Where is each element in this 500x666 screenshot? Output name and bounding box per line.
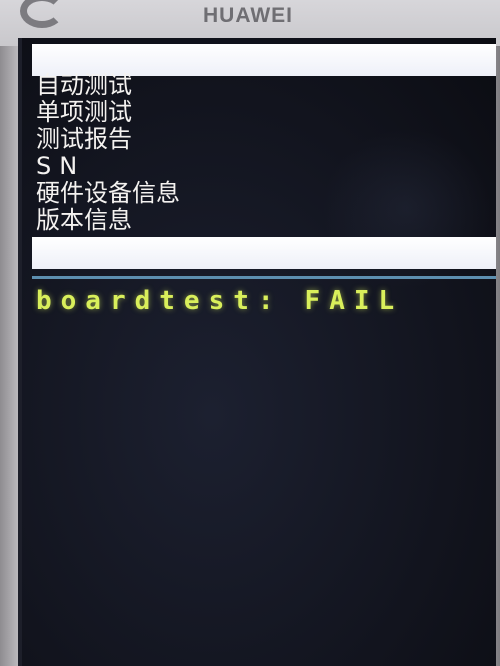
menu-item-test-report[interactable]: 测试报告: [36, 126, 180, 153]
phone-screen: 自动测试 单项测试 测试报告 SN 硬件设备信息 版本信息 boardtest:…: [18, 38, 496, 666]
menu-item-auto-test[interactable]: 自动测试: [36, 72, 180, 99]
carrier-logo-icon: [20, 0, 64, 28]
menu-item-hardware-info[interactable]: 硬件设备信息: [36, 180, 180, 207]
result-label: boardtest:: [36, 286, 283, 316]
result-status: FAIL: [304, 286, 404, 316]
test-result: boardtest: FAIL: [36, 286, 403, 316]
menu-item-sn[interactable]: SN: [36, 153, 180, 180]
divider-line: [32, 276, 496, 279]
menu-item-version-info[interactable]: 版本信息: [36, 207, 180, 234]
menu-item-single-test[interactable]: 单项测试: [36, 99, 180, 126]
brand-logo: HUAWEI: [203, 4, 293, 27]
menu-footer-bar: [32, 237, 496, 269]
test-menu: 自动测试 单项测试 测试报告 SN 硬件设备信息 版本信息: [36, 72, 180, 234]
